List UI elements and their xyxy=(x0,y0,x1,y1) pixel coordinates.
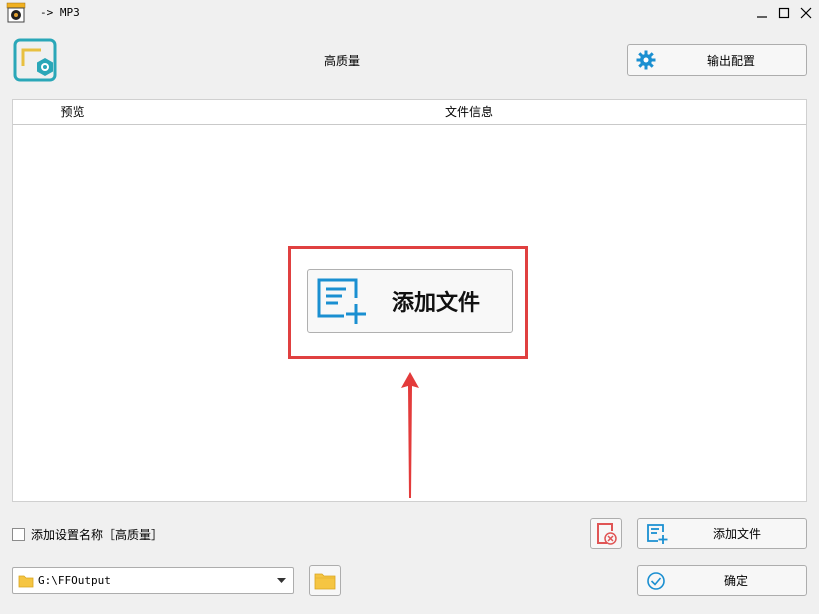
add-files-label: 添加文件 xyxy=(712,527,761,541)
center-add-files-label: 添加文件 xyxy=(392,290,481,316)
folder-icon xyxy=(18,574,34,588)
add-preset-name-label: 添加设置名称［高质量］ xyxy=(31,528,164,542)
add-files-button[interactable]: 添加文件 xyxy=(637,518,807,549)
clear-list-icon xyxy=(595,522,617,546)
output-config-button[interactable]: 输出配置 xyxy=(627,44,807,76)
app-logo-icon xyxy=(13,38,59,84)
close-button[interactable] xyxy=(795,2,817,24)
output-folder-path: G:\FFOutput xyxy=(38,574,111,587)
column-header-file-info[interactable]: 文件信息 xyxy=(132,100,806,125)
preset-name: 高质量 xyxy=(323,54,360,68)
title-bar: -> MP3 xyxy=(0,0,819,26)
output-folder-dropdown[interactable]: G:\FFOutput xyxy=(12,567,294,594)
check-circle-icon xyxy=(646,571,666,591)
add-file-small-icon xyxy=(646,523,668,545)
gear-icon xyxy=(636,50,656,70)
clear-list-button[interactable] xyxy=(590,518,622,549)
open-folder-button[interactable] xyxy=(309,565,341,596)
add-file-icon xyxy=(316,276,370,326)
output-config-label: 输出配置 xyxy=(706,53,755,68)
file-list-table[interactable]: 预览 文件信息 添加文件 xyxy=(12,99,807,502)
center-add-files-button[interactable]: 添加文件 xyxy=(307,269,513,333)
add-preset-name-checkbox[interactable] xyxy=(12,528,25,541)
folder-open-icon xyxy=(314,572,336,590)
arrow-up-icon xyxy=(398,370,422,500)
column-header-preview[interactable]: 预览 xyxy=(13,100,133,125)
chevron-down-icon xyxy=(277,577,286,584)
window-title: -> MP3 xyxy=(40,6,80,19)
ok-label: 确定 xyxy=(723,574,748,588)
mp3-record-icon xyxy=(6,2,26,24)
minimize-button[interactable] xyxy=(751,2,773,24)
ok-button[interactable]: 确定 xyxy=(637,565,807,596)
maximize-button[interactable] xyxy=(773,2,795,24)
